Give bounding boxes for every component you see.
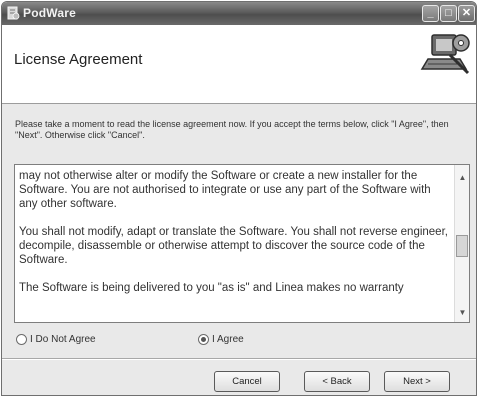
radio-button-selected-icon[interactable]: [198, 334, 209, 345]
window-title: PodWare: [23, 6, 76, 20]
title-bar[interactable]: PodWare _ □ ✕: [2, 2, 476, 25]
license-textbox[interactable]: may not otherwise alter or modify the So…: [14, 164, 470, 323]
intro-text: Please take a moment to read the license…: [15, 119, 449, 140]
license-paragraph: may not otherwise alter or modify the So…: [19, 170, 431, 210]
page-title: License Agreement: [14, 51, 143, 68]
scrollbar-thumb[interactable]: [456, 235, 468, 257]
minimize-button[interactable]: _: [422, 5, 439, 22]
wizard-header: License Agreement: [2, 25, 476, 104]
license-paragraph: The Software is being delivered to you "…: [19, 282, 404, 294]
close-button[interactable]: ✕: [458, 5, 475, 22]
do-not-agree-label: I Do Not Agree: [30, 334, 96, 345]
computer-setup-icon: [420, 34, 470, 75]
footer-divider: [2, 358, 476, 360]
close-icon: ✕: [461, 7, 472, 19]
installer-window: PodWare _ □ ✕ License Agreement Please t…: [1, 1, 477, 396]
minimize-icon: _: [427, 7, 434, 19]
radio-button-icon[interactable]: [16, 334, 27, 345]
license-paragraph: You shall not modify, adapt or translate…: [19, 226, 448, 266]
scroll-up-arrow-icon[interactable]: ▲: [456, 171, 469, 184]
do-not-agree-radio[interactable]: I Do Not Agree: [16, 334, 96, 345]
scroll-down-arrow-icon[interactable]: ▼: [456, 306, 469, 319]
next-button[interactable]: Next >: [384, 371, 450, 392]
agree-radio[interactable]: I Agree: [198, 334, 244, 345]
license-text: may not otherwise alter or modify the So…: [19, 169, 449, 309]
vertical-scrollbar[interactable]: ▲ ▼: [454, 165, 469, 322]
maximize-button[interactable]: □: [440, 5, 457, 22]
cancel-button[interactable]: Cancel: [214, 371, 280, 392]
installer-icon: [7, 6, 20, 20]
maximize-icon: □: [445, 7, 452, 19]
agree-label: I Agree: [212, 334, 244, 345]
back-button[interactable]: < Back: [304, 371, 370, 392]
